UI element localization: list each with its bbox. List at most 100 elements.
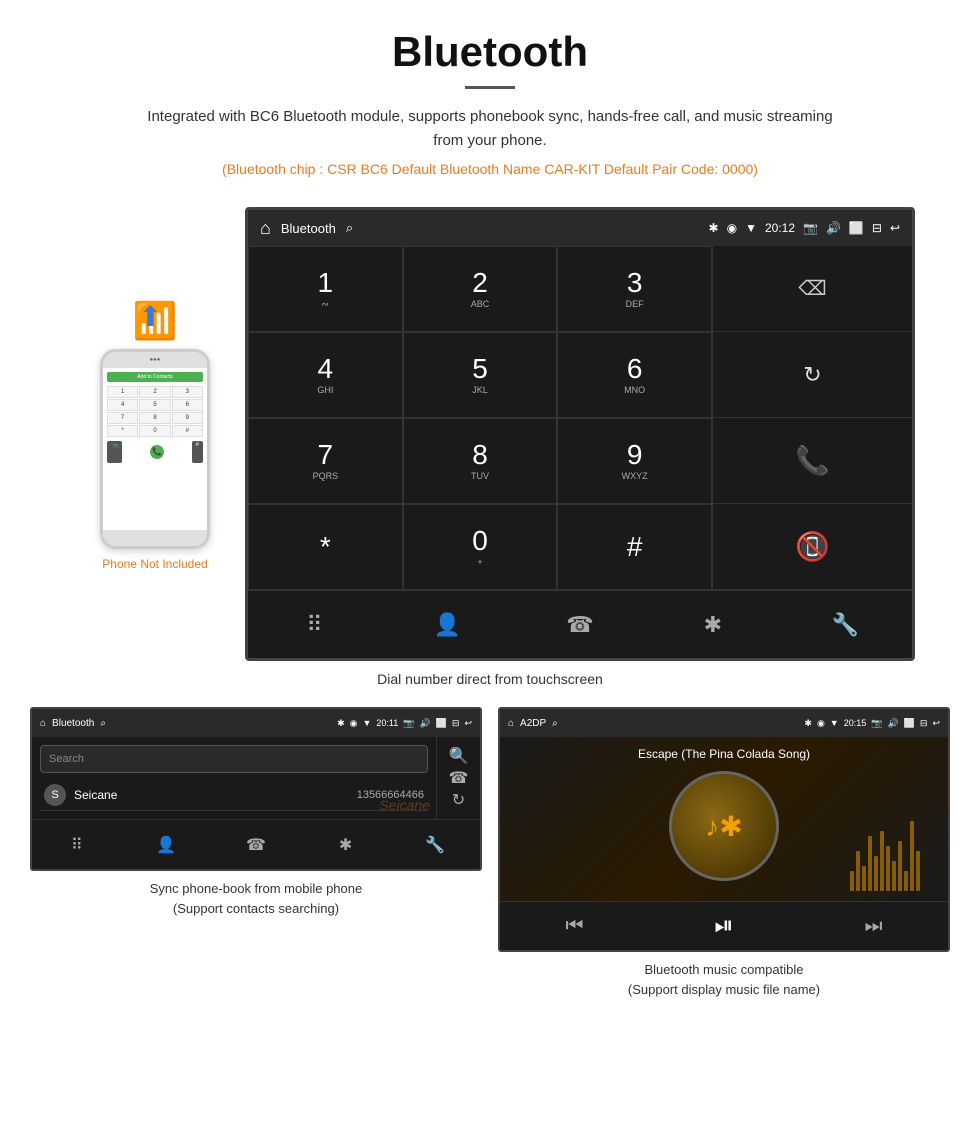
contact-initial: S — [44, 784, 66, 806]
phone-key-0: 0 — [139, 425, 170, 437]
dial-key-9[interactable]: 9 WXYZ — [557, 418, 712, 504]
phone-keypad: 1 2 3 4 5 6 7 8 9 * 0 # — [107, 386, 203, 437]
play-pause-button[interactable]: ⏯ — [702, 908, 745, 944]
car-time: 20:12 — [765, 221, 795, 235]
music-song-title: Escape (The Pina Colada Song) — [508, 747, 940, 761]
music-cam-icon: 📷 — [871, 718, 882, 729]
prev-track-button[interactable]: ⏮ — [553, 911, 595, 942]
search-bar[interactable]: Search — [40, 745, 428, 773]
music-album-art: ♪✱ — [669, 771, 779, 881]
phone-call-btn[interactable]: 📞 — [150, 445, 164, 459]
display-icon: ⬜ — [849, 221, 864, 235]
phonebook-car-screen: ⌂ Bluetooth ⌕ ✱ ◉ ▼ 20:11 📷 🔊 ⬜ ⊟ ↩ — [30, 707, 482, 871]
pb-back-icon[interactable]: ↩ — [464, 718, 472, 729]
pb-dialpad-icon[interactable]: ⠿ — [55, 835, 99, 855]
description-text: Integrated with BC6 Bluetooth module, su… — [140, 105, 840, 153]
phonebook-inner: Search S Seicane 13566664466 🔍 ☎ ↻ — [32, 737, 480, 819]
back-icon[interactable]: ↩ — [890, 221, 900, 235]
phone-top-bar: ●●● — [103, 352, 207, 368]
car-screen-main: ⌂ Bluetooth ⌕ ✱ ◉ ▼ 20:12 📷 🔊 ⬜ ⊟ ↩ 1 — [245, 207, 915, 661]
backspace-button[interactable]: ⌫ — [713, 246, 912, 332]
dial-key-star[interactable]: * — [248, 504, 403, 590]
pb-home-icon[interactable]: ⌂ — [40, 718, 46, 729]
pb-usb-icon: ⌕ — [100, 718, 106, 729]
phone-add-contact: Add to Contacts — [107, 372, 203, 382]
dial-key-3[interactable]: 3 DEF — [557, 246, 712, 332]
dialpad-keys: 1 ∾ 2 ABC 3 DEF 4 GHI 5 JKL — [248, 246, 712, 590]
page-header: Bluetooth Integrated with BC6 Bluetooth … — [0, 0, 980, 207]
phone-key-5: 5 — [139, 399, 170, 411]
pb-search-icon[interactable]: 🔍 — [449, 746, 469, 766]
bottom-screenshots-row: ⌂ Bluetooth ⌕ ✱ ◉ ▼ 20:11 📷 🔊 ⬜ ⊟ ↩ — [0, 707, 980, 999]
dial-key-7[interactable]: 7 PQRS — [248, 418, 403, 504]
search-placeholder: Search — [49, 753, 419, 765]
bluetooth-icon[interactable]: ✱ — [683, 591, 743, 658]
music-home-icon[interactable]: ⌂ — [508, 718, 514, 729]
call-button[interactable]: 📞 — [713, 418, 912, 504]
music-back-icon[interactable]: ↩ — [932, 718, 940, 729]
phone-icon[interactable]: ☎ — [550, 591, 610, 658]
contacts-icon[interactable]: 👤 — [417, 591, 477, 658]
pb-bt-bottom-icon[interactable]: ✱ — [324, 835, 368, 855]
music-caption: Bluetooth music compatible (Support disp… — [628, 960, 820, 999]
music-status-bar: ⌂ A2DP ⌕ ✱ ◉ ▼ 20:15 📷 🔊 ⬜ ⊟ ↩ — [500, 709, 948, 737]
music-controls: ⏮ ⏯ ⏭ — [500, 901, 948, 950]
dial-key-6[interactable]: 6 MNO — [557, 332, 712, 418]
dial-key-5[interactable]: 5 JKL — [403, 332, 558, 418]
phone-key-hash: # — [172, 425, 203, 437]
music-time: 20:15 — [844, 718, 867, 728]
music-disp-icon: ⬜ — [904, 718, 915, 729]
specs-line: (Bluetooth chip : CSR BC6 Default Blueto… — [0, 161, 980, 177]
music-content: Escape (The Pina Colada Song) ♪✱ — [500, 737, 948, 901]
dial-key-1[interactable]: 1 ∾ — [248, 246, 403, 332]
settings-icon[interactable]: 🔧 — [816, 591, 876, 658]
bluetooth-waves-icon: 📶 ⬆ — [133, 298, 178, 343]
phone-key-4: 4 — [107, 399, 138, 411]
phone-key-6: 6 — [172, 399, 203, 411]
music-status-right: ✱ ◉ ▼ 20:15 📷 🔊 ⬜ ⊟ ↩ — [804, 718, 940, 729]
caption-main: Dial number direct from touchscreen — [0, 671, 980, 687]
pb-status-right: ✱ ◉ ▼ 20:11 📷 🔊 ⬜ ⊟ ↩ — [337, 718, 472, 729]
pb-call-icon[interactable]: ☎ — [449, 768, 469, 788]
pb-cam-icon: 📷 — [403, 718, 414, 729]
car-status-bar-main: ⌂ Bluetooth ⌕ ✱ ◉ ▼ 20:12 📷 🔊 ⬜ ⊟ ↩ — [248, 210, 912, 246]
phonebook-main: Search S Seicane 13566664466 — [32, 737, 436, 819]
music-signal-icon: ▼ — [830, 718, 839, 728]
refresh-button[interactable]: ↻ — [713, 332, 912, 418]
music-screen-block: ⌂ A2DP ⌕ ✱ ◉ ▼ 20:15 📷 🔊 ⬜ ⊟ ↩ — [498, 707, 950, 999]
phonebook-content: Search S Seicane 13566664466 — [32, 737, 436, 819]
dial-key-2[interactable]: 2 ABC — [403, 246, 558, 332]
end-call-button[interactable]: 📵 — [713, 504, 912, 590]
volume-icon: 🔊 — [826, 221, 841, 235]
next-track-button[interactable]: ⏭ — [853, 911, 895, 942]
music-vol-icon: 🔊 — [887, 718, 898, 729]
dial-key-0[interactable]: 0 + — [403, 504, 558, 590]
dialpad-icon[interactable]: ⠿ — [284, 591, 344, 658]
phonebook-status-bar: ⌂ Bluetooth ⌕ ✱ ◉ ▼ 20:11 📷 🔊 ⬜ ⊟ ↩ — [32, 709, 480, 737]
dial-key-4[interactable]: 4 GHI — [248, 332, 403, 418]
phone-mockup: ●●● Add to Contacts 1 2 3 4 5 6 7 8 9 * … — [100, 349, 210, 549]
dial-key-hash[interactable]: # — [557, 504, 712, 590]
phonebook-screen-block: ⌂ Bluetooth ⌕ ✱ ◉ ▼ 20:11 📷 🔊 ⬜ ⊟ ↩ — [30, 707, 482, 999]
pb-vol-icon: 🔊 — [419, 718, 430, 729]
pb-phone-icon[interactable]: ☎ — [234, 835, 278, 855]
phone-key-2: 2 — [139, 386, 170, 398]
page-title: Bluetooth — [0, 28, 980, 76]
contact-row[interactable]: S Seicane 13566664466 — [40, 779, 428, 811]
home-icon[interactable]: ⌂ — [260, 218, 271, 239]
main-screenshot-row: 📶 ⬆ ●●● Add to Contacts 1 2 3 4 5 6 7 8 … — [0, 207, 980, 661]
phonebook-right-panel: 🔍 ☎ ↻ — [436, 737, 480, 819]
window-icon: ⊟ — [872, 221, 882, 235]
pb-contacts-icon[interactable]: 👤 — [144, 835, 188, 855]
music-location-icon: ◉ — [817, 718, 825, 729]
dial-key-8[interactable]: 8 TUV — [403, 418, 558, 504]
music-note-icon: ♪✱ — [705, 810, 742, 843]
phonebook-caption: Sync phone-book from mobile phone (Suppo… — [150, 879, 362, 918]
car-status-left: ⌂ Bluetooth ⌕ — [260, 218, 353, 239]
pb-settings-icon[interactable]: 🔧 — [413, 835, 457, 855]
phone-key-1: 1 — [107, 386, 138, 398]
pb-refresh-icon[interactable]: ↻ — [452, 790, 465, 810]
pb-win-icon: ⊟ — [452, 718, 460, 729]
camera-icon: 📷 — [803, 221, 818, 235]
pb-bt-icon: ✱ — [337, 718, 345, 729]
